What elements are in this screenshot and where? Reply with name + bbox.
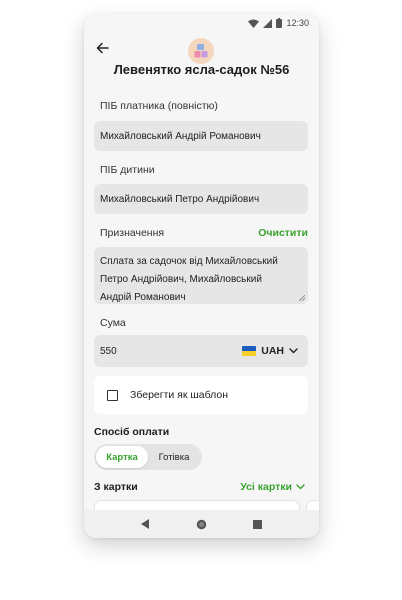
payment-option-card[interactable]: Картка — [96, 446, 148, 468]
phone-screen: 12:30 Левенятко ясла-садок №56 ПІБ платн… — [84, 14, 319, 538]
purpose-clear-button[interactable]: Очистити — [258, 227, 308, 239]
header — [84, 38, 319, 84]
from-card-title: З картки — [94, 481, 138, 493]
child-label: ПІБ дитини — [100, 164, 155, 176]
save-template-label: Зберегти як шаблон — [130, 389, 229, 401]
status-bar: 12:30 — [84, 14, 319, 32]
toy-blocks-icon — [194, 44, 208, 58]
recent-apps-icon[interactable] — [253, 519, 262, 529]
back-triangle-icon[interactable] — [141, 519, 150, 529]
wifi-icon — [248, 19, 260, 28]
kindergarten-avatar — [188, 38, 214, 64]
child-value: Михайловський Петро Андрійович — [100, 193, 260, 205]
purpose-line: Андрій Романович — [100, 292, 186, 303]
amount-value: 550 — [100, 345, 117, 357]
android-nav-bar — [84, 510, 319, 538]
chevron-down-icon — [296, 484, 305, 490]
payer-label: ПІБ платника (повністю) — [100, 100, 218, 112]
currency-code: UAH — [261, 345, 284, 357]
currency-select[interactable]: UAH — [242, 335, 298, 367]
arrow-left-icon — [96, 42, 109, 54]
home-circle-icon[interactable] — [196, 519, 207, 530]
purpose-line: Сплата за садочок від Михайловський — [100, 256, 278, 267]
payer-value: Михайловський Андрій Романович — [100, 130, 261, 142]
signal-icon — [263, 18, 273, 28]
all-cards-label: Усі картки — [240, 481, 292, 493]
save-template-checkbox[interactable] — [107, 389, 118, 401]
payment-method-title: Спосіб оплати — [94, 426, 170, 438]
payment-method-toggle: Картка Готівка — [94, 444, 202, 470]
battery-icon — [276, 18, 283, 28]
chevron-down-icon — [289, 348, 298, 354]
save-template-row[interactable]: Зберегти як шаблон — [94, 376, 308, 414]
purpose-textarea[interactable]: Сплата за садочок від Михайловський Петр… — [94, 247, 308, 304]
resize-grip-icon[interactable] — [299, 295, 305, 301]
amount-field[interactable]: 550 UAH — [94, 335, 308, 367]
payment-option-cash[interactable]: Готівка — [148, 446, 200, 468]
payer-field[interactable]: Михайловський Андрій Романович — [94, 121, 308, 151]
child-field[interactable]: Михайловський Петро Андрійович — [94, 184, 308, 214]
all-cards-link[interactable]: Усі картки — [240, 481, 305, 493]
page-title: Левенятко ясла-садок №56 — [113, 62, 290, 77]
purpose-label: Призначення — [100, 227, 165, 239]
amount-label: Сума — [100, 317, 126, 329]
status-time: 12:30 — [286, 18, 309, 28]
back-button[interactable] — [96, 42, 110, 56]
ukraine-flag-icon — [242, 346, 257, 356]
purpose-line: Петро Андрійович, Михайловський — [100, 274, 262, 285]
